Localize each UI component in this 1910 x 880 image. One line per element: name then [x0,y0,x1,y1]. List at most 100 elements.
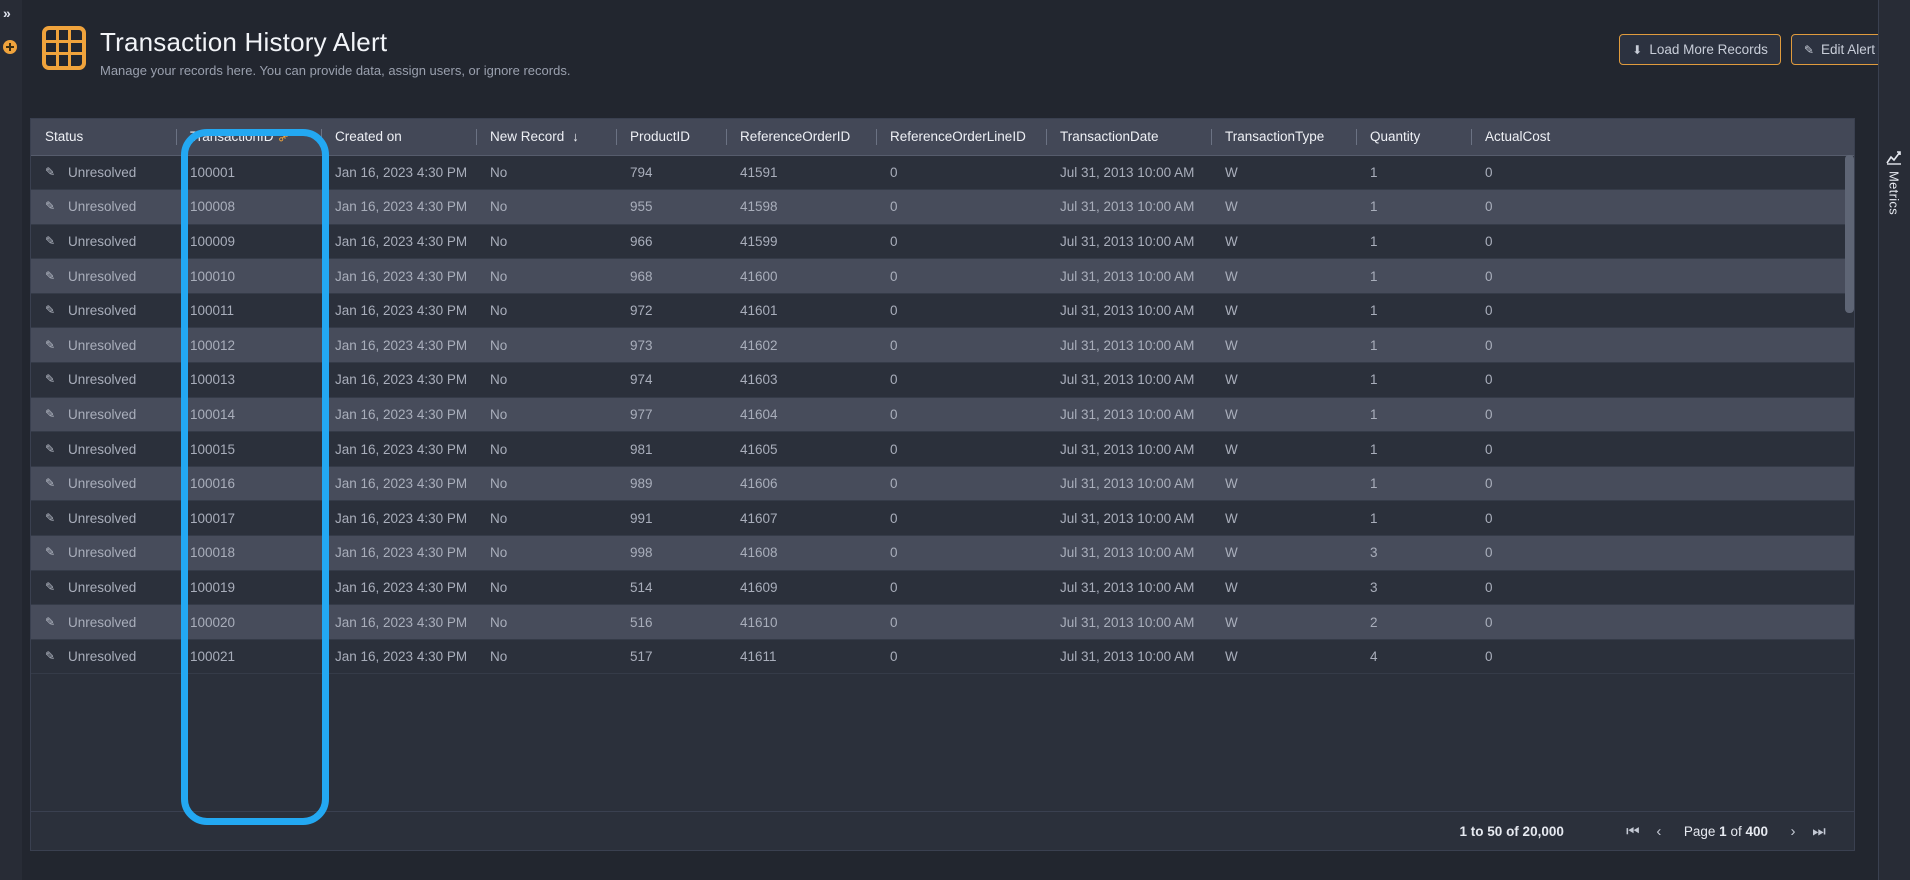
cell-reference_order_id[interactable]: 41598 [726,189,876,225]
cell-status[interactable]: ✎ Unresolved [31,397,176,433]
table-row[interactable]: ✎ Unresolved 100021 Jan 16, 2023 4:30 PM No 5… [31,639,1854,675]
table-row[interactable]: ✎ Unresolved 100009 Jan 16, 2023 4:30 PM No 9… [31,224,1854,260]
cell-transaction_type[interactable]: W [1211,570,1356,606]
cell-transaction_id[interactable]: 100001 [176,155,321,191]
table-row[interactable]: ✎ Unresolved 100010 Jan 16, 2023 4:30 PM No 9… [31,258,1854,294]
cell-actual_cost[interactable]: 0 [1471,189,1854,225]
table-row[interactable]: ✎ Unresolved 100013 Jan 16, 2023 4:30 PM No 9… [31,362,1854,398]
cell-quantity[interactable]: 1 [1356,155,1471,191]
cell-transaction_date[interactable]: Jul 31, 2013 10:00 AM [1046,604,1211,640]
edit-pencil-icon[interactable]: ✎ [45,511,58,525]
cell-product_id[interactable]: 955 [616,189,726,225]
edit-pencil-icon[interactable]: ✎ [45,199,58,213]
cell-transaction_type[interactable]: W [1211,604,1356,640]
cell-new_record[interactable]: No [476,466,616,502]
cell-reference_order_id[interactable]: 41603 [726,362,876,398]
cell-created_on[interactable]: Jan 16, 2023 4:30 PM [321,431,476,467]
cell-actual_cost[interactable]: 0 [1471,604,1854,640]
vertical-scrollbar[interactable] [1845,155,1854,801]
cell-created_on[interactable]: Jan 16, 2023 4:30 PM [321,224,476,260]
cell-new_record[interactable]: No [476,535,616,571]
cell-created_on[interactable]: Jan 16, 2023 4:30 PM [321,327,476,364]
cell-quantity[interactable]: 2 [1356,604,1471,640]
cell-transaction_date[interactable]: Jul 31, 2013 10:00 AM [1046,466,1211,502]
edit-pencil-icon[interactable]: ✎ [45,580,58,594]
cell-transaction_id[interactable]: 100008 [176,189,321,225]
cell-reference_order_id[interactable]: 41606 [726,466,876,502]
metrics-tab[interactable]: Metrics [1882,150,1906,215]
cell-reference_order_line_id[interactable]: 0 [876,327,1046,364]
cell-reference_order_id[interactable]: 41601 [726,293,876,329]
cell-quantity[interactable]: 1 [1356,362,1471,398]
cell-new_record[interactable]: No [476,189,616,225]
table-row[interactable]: ✎ Unresolved 100014 Jan 16, 2023 4:30 PM No 9… [31,397,1854,433]
cell-transaction_id[interactable]: 100021 [176,639,321,675]
cell-transaction_date[interactable]: Jul 31, 2013 10:00 AM [1046,500,1211,537]
edit-pencil-icon[interactable]: ✎ [45,407,58,421]
cell-status[interactable]: ✎ Unresolved [31,362,176,398]
cell-transaction_date[interactable]: Jul 31, 2013 10:00 AM [1046,570,1211,606]
cell-transaction_id[interactable]: 100011 [176,293,321,329]
edit-pencil-icon[interactable]: ✎ [45,372,58,386]
cell-product_id[interactable]: 981 [616,431,726,467]
cell-transaction_type[interactable]: W [1211,224,1356,260]
cell-status[interactable]: ✎ Unresolved [31,535,176,571]
cell-reference_order_id[interactable]: 41599 [726,224,876,260]
sort-descending-arrow-icon[interactable]: ↓ [572,129,579,144]
column-header-reference_order_line_id[interactable]: ReferenceOrderLineID [876,119,1046,156]
cell-transaction_type[interactable]: W [1211,155,1356,191]
table-row[interactable]: ✎ Unresolved 100019 Jan 16, 2023 4:30 PM No 5… [31,570,1854,606]
cell-actual_cost[interactable]: 0 [1471,466,1854,502]
cell-status[interactable]: ✎ Unresolved [31,604,176,640]
edit-pencil-icon[interactable]: ✎ [45,545,58,559]
cell-transaction_type[interactable]: W [1211,431,1356,467]
cell-transaction_type[interactable]: W [1211,327,1356,364]
vertical-scrollbar-thumb[interactable] [1845,155,1854,313]
cell-new_record[interactable]: No [476,224,616,260]
cell-transaction_date[interactable]: Jul 31, 2013 10:00 AM [1046,431,1211,467]
cell-new_record[interactable]: No [476,604,616,640]
cell-transaction_type[interactable]: W [1211,466,1356,502]
cell-quantity[interactable]: 1 [1356,189,1471,225]
cell-transaction_id[interactable]: 100014 [176,397,321,433]
first-page-button[interactable]: ⏮ [1620,823,1646,840]
cell-reference_order_line_id[interactable]: 0 [876,155,1046,191]
column-header-transaction_type[interactable]: TransactionType [1211,119,1356,156]
cell-product_id[interactable]: 973 [616,327,726,364]
cell-transaction_id[interactable]: 100020 [176,604,321,640]
cell-actual_cost[interactable]: 0 [1471,224,1854,260]
cell-actual_cost[interactable]: 0 [1471,258,1854,294]
cell-reference_order_id[interactable]: 41602 [726,327,876,364]
column-header-status[interactable]: Status [31,119,176,156]
cell-transaction_type[interactable]: W [1211,293,1356,329]
cell-new_record[interactable]: No [476,362,616,398]
cell-transaction_date[interactable]: Jul 31, 2013 10:00 AM [1046,639,1211,675]
cell-quantity[interactable]: 1 [1356,327,1471,364]
cell-created_on[interactable]: Jan 16, 2023 4:30 PM [321,466,476,502]
table-row[interactable]: ✎ Unresolved 100001 Jan 16, 2023 4:30 PM No 7… [31,155,1854,191]
cell-reference_order_line_id[interactable]: 0 [876,466,1046,502]
table-row[interactable]: ✎ Unresolved 100020 Jan 16, 2023 4:30 PM No 5… [31,604,1854,640]
cell-status[interactable]: ✎ Unresolved [31,431,176,467]
cell-created_on[interactable]: Jan 16, 2023 4:30 PM [321,293,476,329]
cell-reference_order_line_id[interactable]: 0 [876,293,1046,329]
cell-new_record[interactable]: No [476,327,616,364]
cell-transaction_date[interactable]: Jul 31, 2013 10:00 AM [1046,224,1211,260]
add-plus-circle-icon[interactable] [3,40,17,54]
cell-product_id[interactable]: 516 [616,604,726,640]
next-page-button[interactable]: › [1780,823,1806,840]
edit-pencil-icon[interactable]: ✎ [45,234,58,248]
cell-reference_order_line_id[interactable]: 0 [876,570,1046,606]
cell-transaction_date[interactable]: Jul 31, 2013 10:00 AM [1046,327,1211,364]
cell-transaction_id[interactable]: 100015 [176,431,321,467]
edit-pencil-icon[interactable]: ✎ [45,303,58,317]
table-row[interactable]: ✎ Unresolved 100016 Jan 16, 2023 4:30 PM No 9… [31,466,1854,502]
cell-created_on[interactable]: Jan 16, 2023 4:30 PM [321,639,476,675]
cell-created_on[interactable]: Jan 16, 2023 4:30 PM [321,362,476,398]
cell-transaction_id[interactable]: 100017 [176,500,321,537]
cell-reference_order_line_id[interactable]: 0 [876,362,1046,398]
cell-created_on[interactable]: Jan 16, 2023 4:30 PM [321,570,476,606]
edit-pencil-icon[interactable]: ✎ [45,649,58,663]
cell-actual_cost[interactable]: 0 [1471,431,1854,467]
edit-pencil-icon[interactable]: ✎ [45,338,58,352]
